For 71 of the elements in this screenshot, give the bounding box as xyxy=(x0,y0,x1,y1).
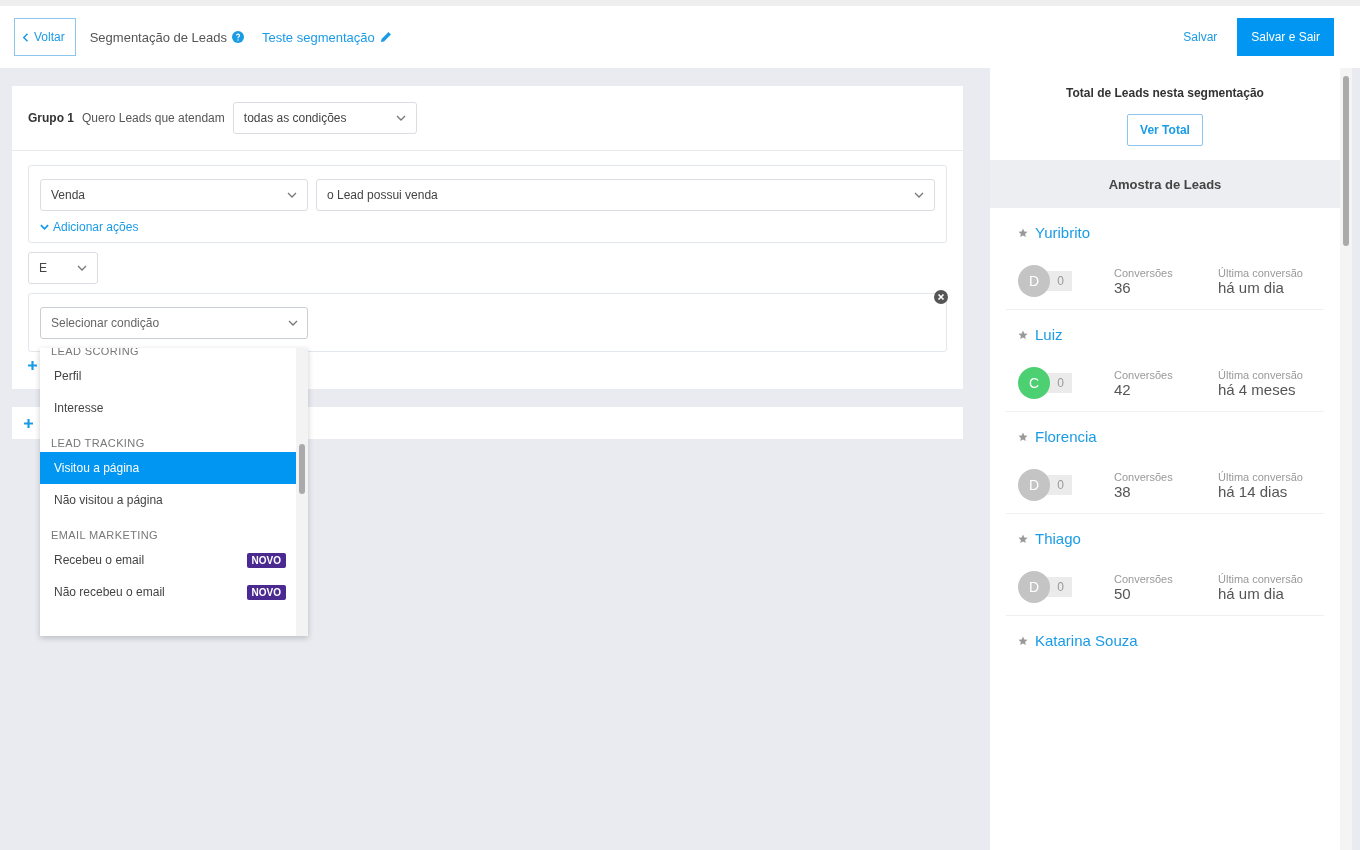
caret-icon xyxy=(395,115,406,121)
star-icon[interactable] xyxy=(1018,227,1028,238)
see-total-button[interactable]: Ver Total xyxy=(1127,114,1203,146)
dropdown-option[interactable]: Não visitou a página xyxy=(40,484,296,516)
stat-label: Última conversão xyxy=(1218,368,1304,381)
avatar: D xyxy=(1018,571,1050,603)
total-title: Total de Leads nesta segmentação xyxy=(1066,86,1264,100)
close-icon[interactable] xyxy=(934,290,948,304)
stat-label: Última conversão xyxy=(1218,470,1304,483)
stat-label: Conversões xyxy=(1114,572,1174,585)
field-select[interactable]: Venda xyxy=(40,179,308,211)
lead-name-link[interactable]: Luiz xyxy=(1035,326,1063,343)
stat-value: há um dia xyxy=(1218,278,1285,296)
star-icon[interactable] xyxy=(1018,431,1028,442)
dropdown-option[interactable]: Recebeu o email NOVO xyxy=(40,544,296,576)
caret-icon xyxy=(287,192,297,198)
condition-field[interactable]: Selecionar condição xyxy=(40,307,308,339)
chevron-left-icon xyxy=(23,32,29,42)
stat-value: há 14 dias xyxy=(1218,482,1289,500)
scrollbar-thumb[interactable] xyxy=(1343,76,1349,246)
back-button[interactable]: Voltar xyxy=(14,18,76,56)
dropdown-section-heading: LEAD TRACKING xyxy=(50,436,146,451)
avatar: D xyxy=(1018,265,1050,297)
group-label: Grupo 1 xyxy=(28,111,74,125)
dropdown-option[interactable]: Visitou a página xyxy=(40,452,296,484)
match-select[interactable]: todas as condições xyxy=(232,102,417,134)
caret-icon xyxy=(914,192,924,198)
stat-value: há 4 meses xyxy=(1218,380,1297,398)
sample-title: Amostra de Leads xyxy=(1108,176,1222,192)
lead-name-link[interactable]: Thiago xyxy=(1035,530,1081,547)
stat-label: Última conversão xyxy=(1218,572,1304,585)
new-badge: NOVO xyxy=(246,584,286,600)
stat-label: Conversões xyxy=(1114,266,1174,279)
stat-label: Conversões xyxy=(1114,368,1174,381)
star-icon[interactable] xyxy=(1018,329,1028,340)
stat-value: 38 xyxy=(1114,482,1132,500)
star-icon[interactable] xyxy=(1018,533,1028,544)
dropdown-option[interactable]: Interesse xyxy=(40,392,296,424)
save-link[interactable]: Salvar xyxy=(1183,30,1218,44)
scrollbar-thumb[interactable] xyxy=(299,444,305,494)
stat-value: 50 xyxy=(1114,584,1132,602)
save-and-exit-button[interactable]: Salvar e Sair xyxy=(1237,18,1334,56)
lead-name-link[interactable]: Florencia xyxy=(1035,428,1097,445)
caret-icon xyxy=(77,265,87,271)
add-actions-link[interactable]: Adicionar ações xyxy=(40,220,935,234)
new-badge: NOVO xyxy=(246,552,286,568)
avatar: D xyxy=(1018,469,1050,501)
stat-label: Conversões xyxy=(1114,470,1174,483)
star-icon[interactable] xyxy=(1018,635,1028,646)
caret-icon xyxy=(288,320,298,326)
connector-select[interactable]: E xyxy=(28,252,98,284)
avatar: C xyxy=(1018,367,1050,399)
pencil-icon[interactable] xyxy=(379,31,392,43)
page-title: Segmentação de Leads xyxy=(89,29,227,45)
dropdown-option[interactable]: Não recebeu o email NOVO xyxy=(40,576,296,608)
stat-label: Última conversão xyxy=(1218,266,1304,279)
dropdown-section-heading: EMAIL MARKETING xyxy=(50,528,160,543)
dropdown-section-heading: LEAD SCORING xyxy=(50,348,140,359)
caret-icon xyxy=(40,224,49,230)
help-icon[interactable] xyxy=(232,31,244,43)
operator-select[interactable]: o Lead possui venda xyxy=(316,179,935,211)
group-prompt: Quero Leads que atendam xyxy=(82,111,225,125)
stat-value: 36 xyxy=(1114,278,1132,296)
lead-name-link[interactable]: Katarina Souza xyxy=(1035,632,1138,649)
segment-name-link[interactable]: Teste segmentação xyxy=(262,29,375,45)
plus-icon[interactable] xyxy=(28,361,37,370)
dropdown-option[interactable]: Perfil xyxy=(40,360,296,392)
stat-value: há um dia xyxy=(1218,584,1285,602)
plus-icon[interactable] xyxy=(24,418,33,428)
stat-value: 42 xyxy=(1114,380,1132,398)
lead-name-link[interactable]: Yuribrito xyxy=(1035,224,1091,241)
